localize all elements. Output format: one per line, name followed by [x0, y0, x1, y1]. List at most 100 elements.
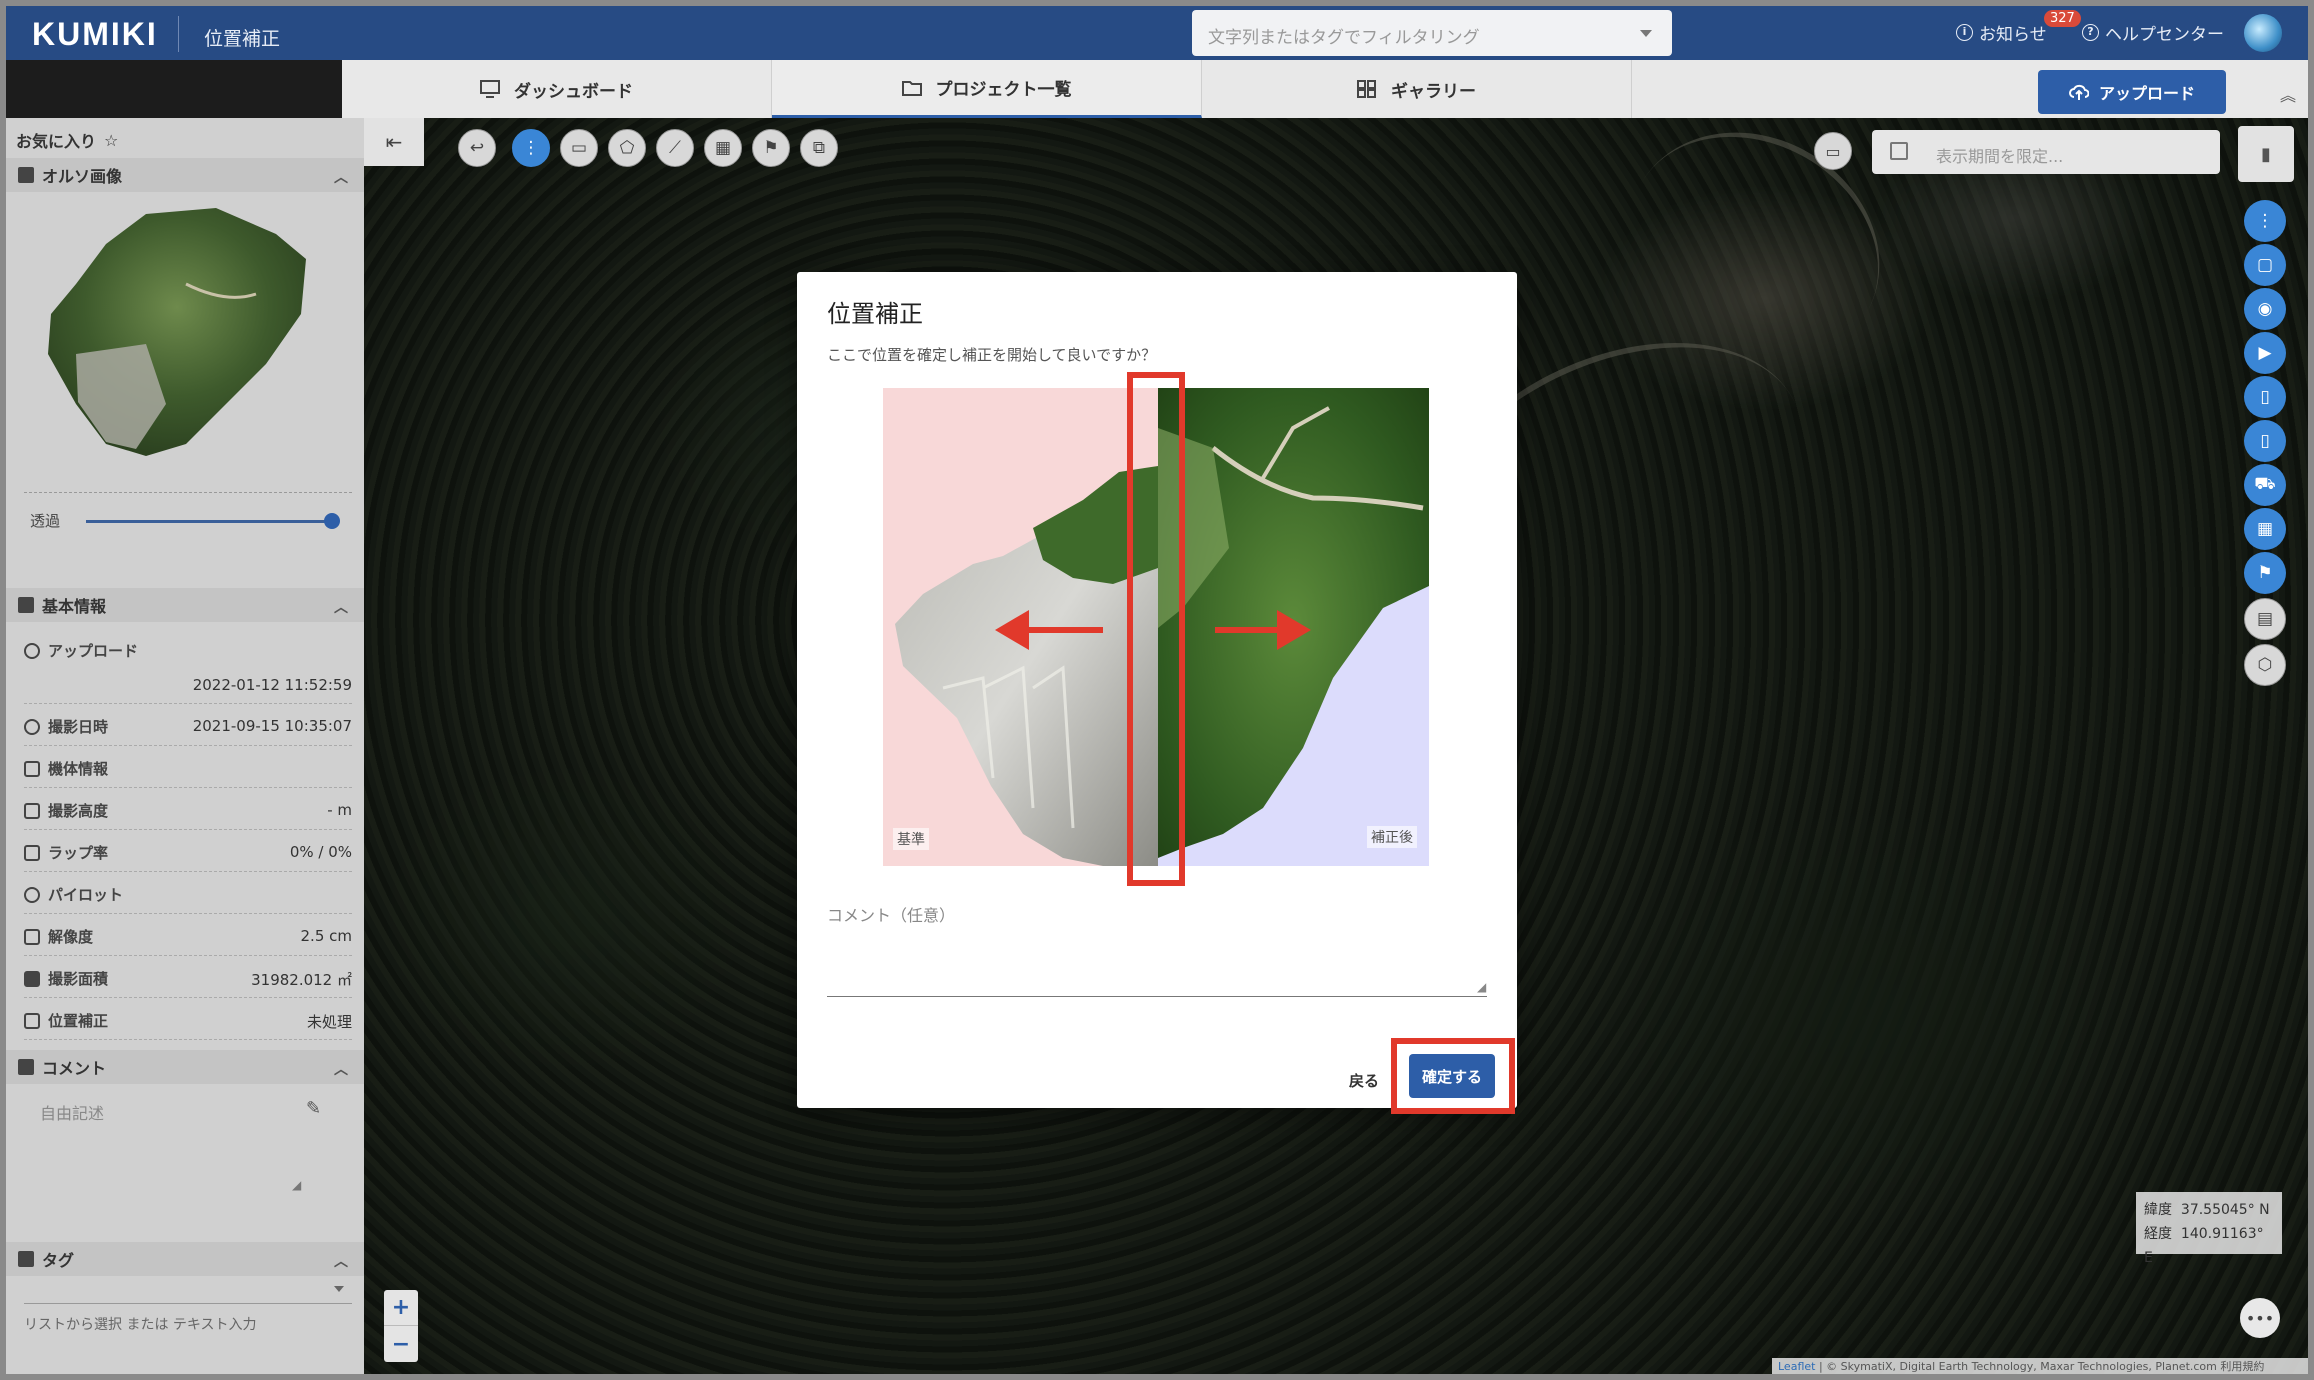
- polygon-icon[interactable]: ⬠: [608, 129, 646, 167]
- tag-select[interactable]: [24, 1274, 352, 1304]
- filter-placeholder: 文字列またはタグでフィルタリング: [1208, 28, 1480, 48]
- camera-icon[interactable]: ◉: [2244, 288, 2286, 330]
- copy-layers-icon[interactable]: ⧉: [800, 129, 838, 167]
- app-logo[interactable]: KUMIKI: [32, 16, 158, 53]
- phone-icon[interactable]: ▯: [2244, 376, 2286, 418]
- comment-icon: [18, 1059, 34, 1075]
- overlap-icon: [24, 844, 40, 861]
- undo-icon[interactable]: ↩: [458, 129, 496, 167]
- tab-gallery[interactable]: ギャラリー: [1202, 60, 1632, 118]
- help-center-link[interactable]: ? ヘルプセンター: [2082, 20, 2224, 45]
- info-label-text: 機体情報: [48, 760, 109, 778]
- info-label-text: 解像度: [48, 928, 94, 946]
- altitude-icon: [24, 802, 40, 819]
- notice-label: お知らせ: [1979, 25, 2047, 45]
- tabs-bar: ダッシュボード プロジェクト一覧 ギャラリー アップロード ︽: [6, 60, 2308, 118]
- car-icon[interactable]: ⛟: [2244, 464, 2286, 506]
- tag-help-text: リストから選択 または テキスト入力: [24, 1317, 257, 1333]
- ortho-thumbnail[interactable]: [36, 204, 336, 464]
- opacity-slider-handle[interactable]: [324, 513, 340, 529]
- confirm-button[interactable]: 確定する: [1409, 1054, 1495, 1098]
- tab-dashboard[interactable]: ダッシュボード: [342, 60, 772, 118]
- zoom-in-button[interactable]: +: [384, 1290, 418, 1326]
- date-range-input[interactable]: 表示期間を限定...: [1872, 130, 2220, 174]
- chevron-down-icon: [334, 1286, 344, 1292]
- flag-icon[interactable]: ⚑: [752, 129, 790, 167]
- info-label-text: 撮影高度: [48, 802, 109, 820]
- header-divider: [178, 16, 179, 52]
- comment-field[interactable]: [827, 996, 1487, 997]
- position-correction-dialog: 位置補正 ここで位置を確定し補正を開始して良いですか？ 基準 補正後 コメント（…: [797, 272, 1517, 1114]
- layout-panel-icon[interactable]: ▤: [2244, 598, 2286, 640]
- collapse-header-icon[interactable]: ︽: [2280, 82, 2296, 106]
- divider: [24, 492, 352, 493]
- tablet-icon[interactable]: ▯: [2244, 420, 2286, 462]
- info-label: パイロット: [24, 884, 123, 905]
- page-title: 位置補正: [204, 28, 281, 50]
- drone-icon: [24, 760, 40, 777]
- info-row-aircraft: 機体情報: [24, 746, 352, 788]
- pencil-icon[interactable]: ✎: [306, 1098, 321, 1119]
- resize-handle-icon[interactable]: ◢: [292, 1178, 301, 1192]
- copy-icon: [24, 1012, 40, 1029]
- avatar[interactable]: [2244, 14, 2282, 52]
- info-value: 2022-01-12 11:52:59: [192, 676, 352, 694]
- date-range-placeholder: 表示期間を限定...: [1936, 147, 2064, 166]
- upload-button[interactable]: アップロード: [2038, 70, 2226, 114]
- resize-handle-icon[interactable]: ◢: [1477, 980, 1486, 994]
- info-row-resolution: 解像度 2.5 cm: [24, 914, 352, 956]
- info-label: ラップ率: [24, 842, 108, 863]
- info-label: アップロード: [24, 640, 138, 661]
- leaflet-link[interactable]: Leaflet: [1778, 1360, 1815, 1373]
- notice-count-badge: 327: [2044, 10, 2081, 27]
- tab-project-list[interactable]: プロジェクト一覧: [772, 60, 1202, 118]
- flag-icon[interactable]: ⚑: [2244, 552, 2286, 594]
- ruler-icon[interactable]: ▭: [560, 129, 598, 167]
- favorites-toggle[interactable]: お気に入り ☆: [16, 128, 118, 152]
- notice-link[interactable]: i お知らせ: [1956, 20, 2047, 45]
- info-label: 撮影面積: [24, 968, 108, 989]
- map-layer-icon[interactable]: ▮: [2238, 126, 2294, 182]
- section-title: タグ: [42, 1251, 75, 1270]
- info-label-text: 撮影日時: [48, 718, 109, 736]
- comment-field-label: コメント（任意）: [827, 906, 956, 925]
- star-icon[interactable]: ☆: [104, 131, 118, 150]
- opacity-slider[interactable]: [86, 520, 336, 523]
- info-label-text: パイロット: [48, 886, 124, 904]
- info-label: 撮影高度: [24, 800, 108, 821]
- cube-icon[interactable]: ⬡: [2244, 644, 2286, 686]
- cloud-upload-icon: [2069, 84, 2089, 100]
- back-button[interactable]: 戻る: [1349, 1070, 1379, 1091]
- point-tool-icon[interactable]: ⋮: [2244, 200, 2286, 242]
- zoom-out-button[interactable]: −: [384, 1326, 418, 1362]
- ortho-section-header[interactable]: オルソ画像 ︿: [6, 158, 364, 192]
- coordinates-readout: 緯度 37.55045° N 経度 140.91163° E: [2136, 1192, 2282, 1266]
- info-row-altitude: 撮影高度 - m: [24, 788, 352, 830]
- help-label: ヘルプセンター: [2105, 25, 2224, 45]
- layout-icon[interactable]: ▦: [704, 129, 742, 167]
- comment-section-header[interactable]: コメント ︿: [6, 1050, 364, 1084]
- monitor-icon[interactable]: ▭: [1814, 132, 1852, 170]
- line-chart-icon[interactable]: ⟋: [656, 129, 694, 167]
- document-icon: [18, 597, 34, 613]
- tag-icon: [18, 1251, 34, 1267]
- dialog-question: ここで位置を確定し補正を開始して良いですか？: [827, 346, 1157, 364]
- comment-input[interactable]: 自由記述: [40, 1100, 104, 1124]
- camera-icon: [18, 167, 34, 183]
- help-icon: ?: [2082, 24, 2099, 41]
- info-label-text: アップロード: [48, 642, 139, 660]
- frame-icon[interactable]: ▢: [2244, 244, 2286, 286]
- upload-icon: [24, 642, 40, 659]
- chat-icon[interactable]: •••: [2240, 1298, 2280, 1338]
- info-label: 撮影日時: [24, 716, 108, 737]
- point-tool-icon[interactable]: ⋮: [512, 129, 550, 167]
- info-value: 2.5 cm: [300, 927, 352, 945]
- map-attribution: Leaflet | © SkymatiX, Digital Earth Tech…: [1772, 1358, 2308, 1374]
- video-icon[interactable]: ▶: [2244, 332, 2286, 374]
- basic-info-section-header[interactable]: 基本情報 ︿: [6, 588, 364, 622]
- tag-section-header[interactable]: タグ ︿: [6, 1242, 364, 1276]
- dashboard-icon[interactable]: ▦: [2244, 508, 2286, 550]
- collapse-sidebar-icon[interactable]: ⇤: [364, 118, 424, 166]
- filter-select[interactable]: 文字列またはタグでフィルタリング: [1192, 10, 1672, 56]
- chevron-up-icon: ︿: [334, 1254, 348, 1270]
